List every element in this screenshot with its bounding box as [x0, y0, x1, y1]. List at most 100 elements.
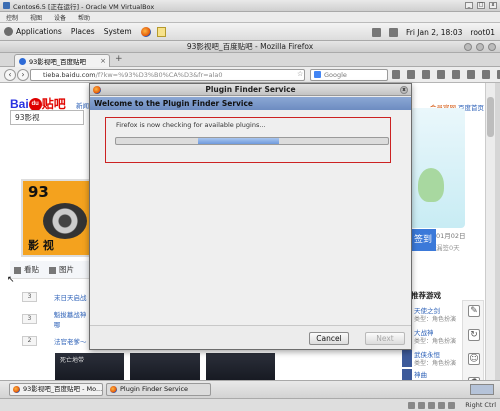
baidu-favicon-icon [19, 57, 26, 65]
forum-banner-image: 93 影 视 [21, 179, 93, 257]
post-title[interactable]: 魁拔墓战神哪 [54, 309, 92, 329]
menu-view[interactable]: 视图 [30, 13, 42, 22]
post-title[interactable]: 法官老爹～ [54, 336, 87, 346]
gnome-top-panel: Applications Places System Fri Jan 2, 18… [0, 23, 500, 41]
forward-button[interactable]: › [17, 69, 29, 81]
refresh-icon[interactable]: ↻ [468, 329, 480, 341]
post-row[interactable]: 3 魁拔墓战神哪 [22, 309, 92, 329]
shared-folder-icon[interactable] [448, 402, 455, 409]
sign-in-button[interactable]: 签到 [410, 229, 436, 251]
firefox-icon [93, 86, 101, 94]
tab-close-icon[interactable]: × [100, 57, 106, 65]
maximize-button[interactable]: □ [477, 2, 485, 9]
task-firefox[interactable]: 93影视吧_百度贴吧 - Mo... [9, 383, 103, 396]
highlight-box: Firefox is now checking for available pl… [105, 117, 391, 163]
game-item[interactable]: 神曲 [402, 369, 462, 380]
web-search-input[interactable]: Google [310, 69, 388, 81]
gnome-bottom-panel: 93影视吧_百度贴吧 - Mo... Plugin Finder Service [0, 380, 500, 398]
applications-menu[interactable]: Applications [4, 27, 62, 36]
system-menu[interactable]: System [104, 27, 132, 36]
dialog-title: Plugin Finder Service [205, 85, 296, 94]
new-tab-button[interactable]: + [115, 54, 123, 64]
dialog-footer: Cancel Next [90, 325, 411, 349]
thumbnail[interactable] [130, 353, 200, 380]
edit-icon[interactable]: ✎ [468, 305, 480, 317]
bookmark-star-icon[interactable]: ☆ [297, 70, 303, 78]
network-adapter-icon[interactable] [438, 402, 445, 409]
thumbnail-strip [55, 353, 275, 380]
plugin-finder-dialog: Plugin Finder Service x Welcome to the P… [89, 83, 412, 350]
forum-subnav: 看贴 图片 [10, 261, 92, 279]
progress-fill [197, 138, 280, 144]
extension-icon[interactable] [482, 70, 490, 79]
next-button[interactable]: Next [365, 332, 405, 345]
gnome-foot-icon [4, 27, 13, 36]
cancel-button[interactable]: Cancel [309, 332, 349, 345]
firefox-close-button[interactable] [488, 43, 496, 51]
dialog-header: Welcome to the Plugin Finder Service [90, 97, 411, 110]
firefox-launcher-icon[interactable] [140, 26, 151, 37]
game-thumbnail [402, 369, 412, 380]
firefox-maximize-button[interactable] [476, 43, 484, 51]
tab-tieba[interactable]: 93影视吧_百度贴吧 × [14, 54, 110, 67]
side-toolbar: ✎ ↻ ☺ ⚗ [462, 300, 484, 380]
bookmarks-icon[interactable] [407, 70, 415, 79]
download-icon[interactable] [392, 70, 400, 79]
game-item[interactable]: 武侠永恒 类型：角色扮演 [402, 349, 462, 371]
cd-icon[interactable] [418, 402, 425, 409]
back-button[interactable]: ‹ [4, 69, 16, 81]
post-row[interactable]: 3 末日天启战 [22, 287, 92, 307]
panel-user[interactable]: root01 [470, 28, 495, 37]
tab-strip: 93影视吧_百度贴吧 × + [0, 53, 500, 67]
places-menu[interactable]: Places [71, 27, 95, 36]
recommended-games-title: 推荐游戏 [411, 291, 441, 300]
panel-right: Fri Jan 2, 18:03 root01 [371, 23, 495, 41]
news-link[interactable]: 新闻 [76, 100, 89, 110]
usb-icon[interactable] [428, 402, 435, 409]
url-path: /f?kw=%93%D3%B0%CA%D3&fr=ala0 [95, 71, 223, 79]
firefox-minimize-button[interactable] [464, 43, 472, 51]
thumbnail[interactable] [205, 353, 275, 380]
navigation-toolbar: ‹ › tieba.baidu.com/f?kw=%93%D3%B0%CA%D3… [0, 67, 500, 83]
dialog-body: Firefox is now checking for available pl… [90, 110, 411, 325]
post-row[interactable]: 2 法官老爹～ [22, 331, 92, 351]
virtualbox-menubar: 控制 视图 设备 帮助 [0, 12, 500, 23]
tieba-search-input[interactable]: 93影视 [10, 110, 84, 125]
task-plugin-finder[interactable]: Plugin Finder Service [106, 383, 211, 396]
minimize-button[interactable]: _ [465, 2, 473, 9]
host-key-label: Right Ctrl [465, 401, 496, 409]
banner-number: 93 [28, 183, 49, 201]
sign-missed: 漏签0天 [436, 244, 460, 252]
status-text: Firefox is now checking for available pl… [116, 121, 266, 129]
posts-icon [14, 266, 21, 274]
menu-help[interactable]: 帮助 [78, 13, 90, 22]
tab-posts[interactable]: 看贴 [14, 264, 39, 275]
network-icon[interactable] [371, 27, 381, 37]
promo-illustration [410, 108, 465, 228]
firefox-window-controls [464, 43, 496, 51]
scrollbar-thumb[interactable] [487, 97, 494, 137]
menu-devices[interactable]: 设备 [54, 13, 66, 22]
hdd-icon[interactable] [408, 402, 415, 409]
virtualbox-titlebar: Centos6.5 [正在运行] - Oracle VM VirtualBox … [0, 0, 500, 12]
notes-launcher-icon[interactable] [156, 26, 166, 37]
workspace-switcher[interactable] [470, 384, 494, 395]
firefox-titlebar: 93影视吧_百度贴吧 - Mozilla Firefox [0, 41, 500, 53]
user-icon[interactable]: ☺ [468, 353, 480, 365]
url-bar[interactable]: tieba.baidu.com/f?kw=%93%D3%B0%CA%D3&fr=… [30, 69, 305, 81]
volume-icon[interactable] [388, 27, 398, 37]
url-host: tieba.baidu.com [43, 71, 96, 79]
page-scrollbar[interactable] [485, 83, 495, 380]
close-button[interactable]: x [489, 2, 497, 9]
menu-control[interactable]: 控制 [6, 13, 18, 22]
dialog-close-icon[interactable]: x [400, 86, 408, 94]
sync-icon[interactable] [437, 70, 445, 79]
tab-images[interactable]: 图片 [49, 264, 74, 275]
window-controls: _ □ x [465, 2, 497, 9]
panel-clock[interactable]: Fri Jan 2, 18:03 [406, 28, 462, 37]
post-title[interactable]: 末日天启战 [54, 292, 87, 302]
reply-count: 3 [22, 314, 37, 324]
addons-icon[interactable] [452, 70, 460, 79]
menu-icon[interactable] [467, 70, 475, 79]
home-icon[interactable] [422, 70, 430, 79]
